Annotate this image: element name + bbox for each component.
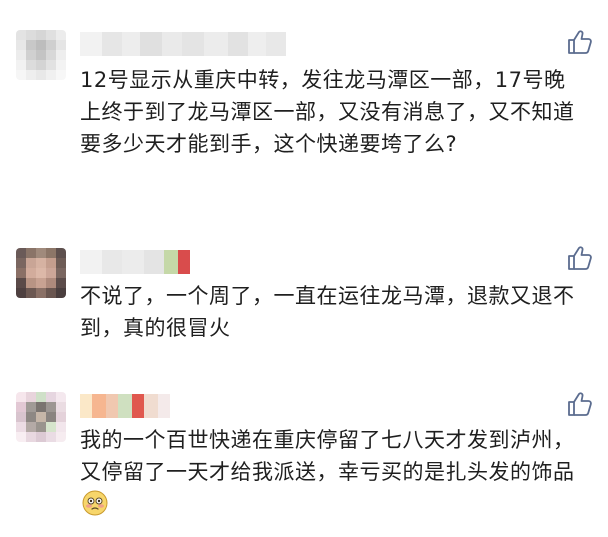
blurred-username[interactable] xyxy=(80,394,170,418)
comment-text: 我的一个百世快递在重庆停留了七八天才发到泸州，又停留了一天才给我派送，幸亏买的是… xyxy=(80,424,580,520)
thumbs-up-icon[interactable] xyxy=(566,390,594,418)
comment-text-content: 我的一个百世快递在重庆停留了七八天才发到泸州，又停留了一天才给我派送，幸亏买的是… xyxy=(80,428,575,484)
comment-text: 不说了，一个周了，一直在运往龙马潭，退款又退不到，真的很冒火 xyxy=(80,284,575,340)
thumbs-up-icon[interactable] xyxy=(566,244,594,272)
avatar[interactable] xyxy=(16,248,66,298)
comment-text: 12号显示从重庆中转，发往龙马潭区一部，17号晚上终于到了龙马潭区一部，又没有消… xyxy=(80,68,575,156)
comment-item: 不说了，一个周了，一直在运往龙马潭，退款又退不到，真的很冒火 xyxy=(0,200,608,360)
comment-item: 我的一个百世快递在重庆停留了七八天才发到泸州，又停留了一天才给我派送，幸亏买的是… xyxy=(0,360,608,537)
blurred-username[interactable] xyxy=(80,250,190,274)
blurred-username[interactable] xyxy=(80,32,286,56)
flushed-face-emoji-icon xyxy=(82,490,108,516)
comment-item: 12号显示从重庆中转，发往龙马潭区一部，17号晚上终于到了龙马潭区一部，又没有消… xyxy=(0,0,608,200)
avatar[interactable] xyxy=(16,30,66,80)
thumbs-up-icon[interactable] xyxy=(566,28,594,56)
avatar[interactable] xyxy=(16,392,66,442)
